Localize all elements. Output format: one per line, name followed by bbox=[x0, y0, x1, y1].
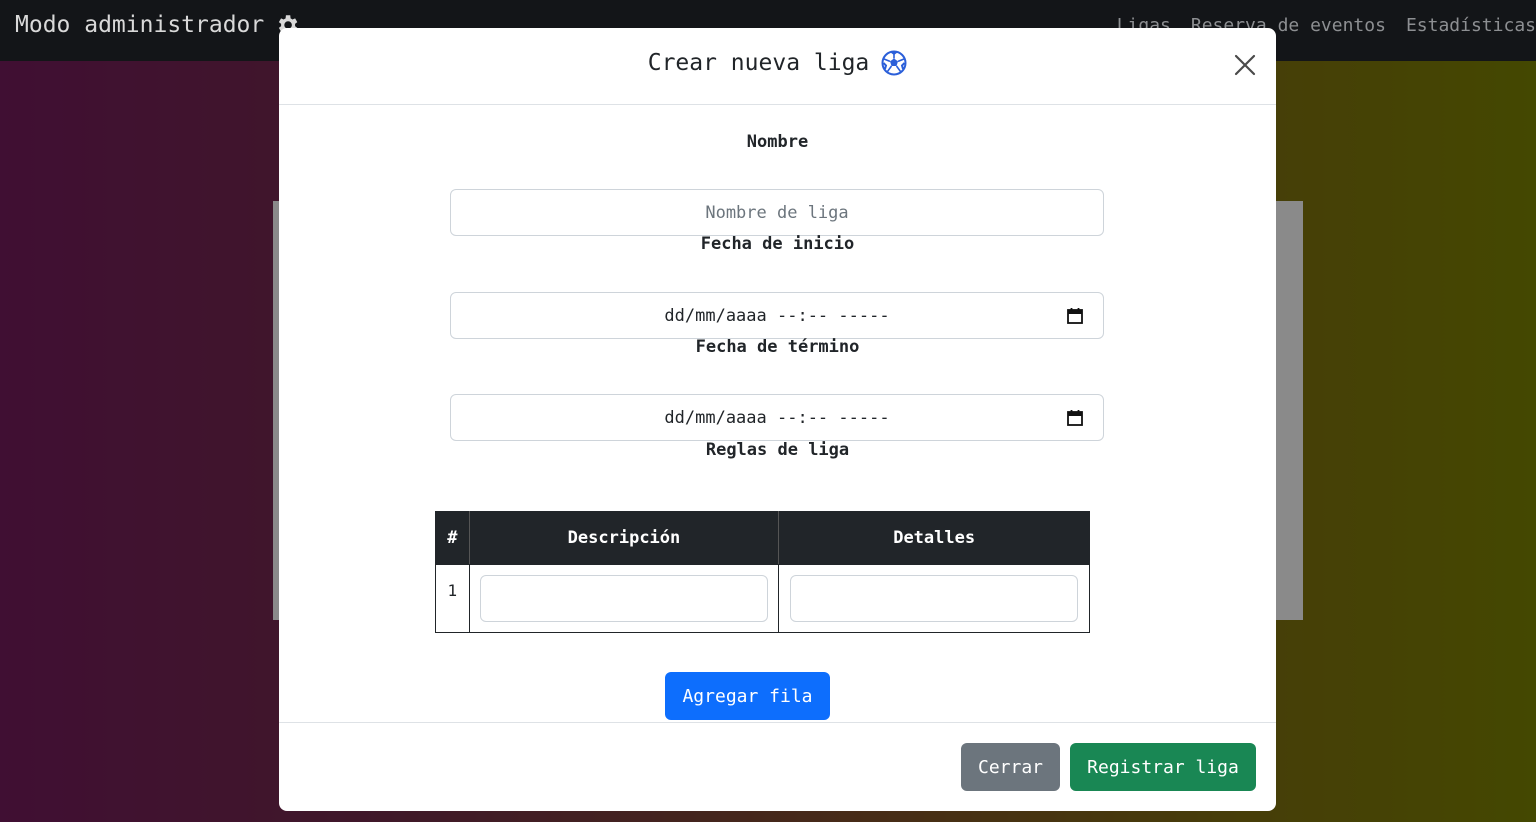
close-button[interactable]: Cerrar bbox=[961, 743, 1060, 791]
fecha-termino-value: dd/mm/aaaa --:-- ----- bbox=[664, 407, 890, 428]
fecha-inicio-value: dd/mm/aaaa --:-- ----- bbox=[664, 305, 890, 326]
table-header-detalles: Detalles bbox=[778, 511, 1090, 565]
descripcion-cell bbox=[468, 564, 780, 633]
nombre-label: Nombre bbox=[746, 132, 809, 152]
nav-link-estadisticas[interactable]: Estadísticas bbox=[1406, 15, 1536, 36]
table-header-row: # Descripción Detalles bbox=[435, 511, 1090, 565]
table-row: 1 bbox=[435, 564, 1090, 633]
navbar-brand[interactable]: Modo administrador bbox=[15, 12, 300, 38]
fecha-inicio-label: Fecha de inicio bbox=[700, 234, 855, 254]
modal-title: Crear nueva liga bbox=[279, 50, 1276, 76]
table-header-descripcion: Descripción bbox=[468, 511, 780, 565]
soccer-ball-icon bbox=[881, 50, 907, 76]
rules-table: # Descripción Detalles 1 bbox=[435, 511, 1090, 633]
modal-body: Nombre Fecha de inicio dd/mm/aaaa --:-- … bbox=[279, 106, 1276, 722]
register-league-button[interactable]: Registrar liga bbox=[1070, 743, 1256, 791]
modal-header: Crear nueva liga bbox=[279, 28, 1276, 105]
fecha-termino-input[interactable]: dd/mm/aaaa --:-- ----- bbox=[450, 394, 1104, 441]
fecha-inicio-input[interactable]: dd/mm/aaaa --:-- ----- bbox=[450, 292, 1104, 339]
reglas-label: Reglas de liga bbox=[705, 440, 850, 460]
calendar-icon[interactable] bbox=[1065, 306, 1085, 326]
table-header-num: # bbox=[435, 511, 470, 565]
row-number: 1 bbox=[435, 564, 470, 633]
calendar-icon[interactable] bbox=[1065, 408, 1085, 428]
create-league-modal: Crear nueva liga Nombre Fecha de inicio … bbox=[279, 28, 1276, 811]
modal-footer: Cerrar Registrar liga bbox=[279, 722, 1276, 811]
add-row-button[interactable]: Agregar fila bbox=[665, 672, 830, 720]
fecha-termino-label: Fecha de término bbox=[695, 337, 860, 357]
detalles-input[interactable] bbox=[790, 575, 1079, 622]
descripcion-input[interactable] bbox=[479, 575, 768, 622]
detalles-cell bbox=[778, 564, 1090, 633]
nombre-input[interactable] bbox=[450, 189, 1104, 236]
modal-title-text: Crear nueva liga bbox=[647, 50, 870, 76]
brand-label: Modo administrador bbox=[15, 12, 265, 38]
close-icon[interactable] bbox=[1232, 52, 1258, 78]
